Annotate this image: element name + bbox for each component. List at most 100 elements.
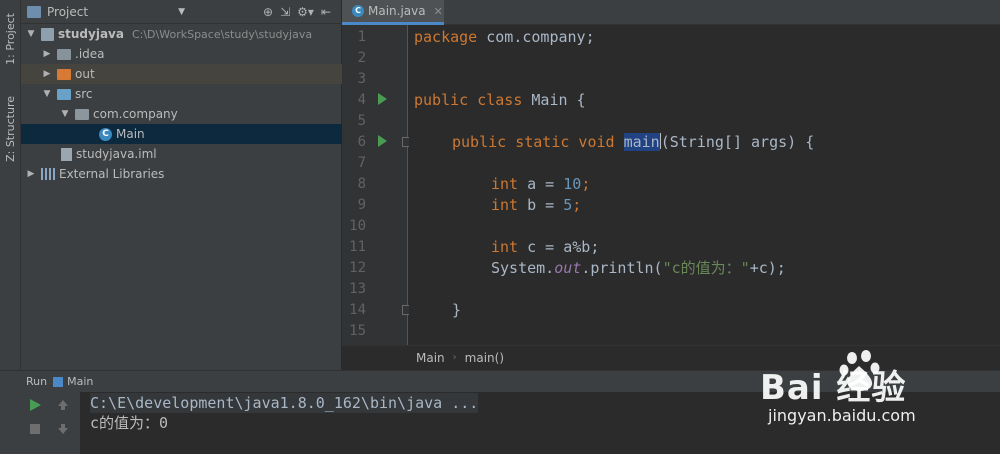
code-text: com.company; <box>477 28 595 46</box>
code-line-9: int b = 5; <box>491 195 581 216</box>
tree-item-external-libraries[interactable]: ▶ External Libraries <box>21 164 342 184</box>
code-line-11: int c = a%b; <box>491 237 599 258</box>
line-number: 15 <box>349 323 366 339</box>
code-line-1: package com.company; <box>414 27 595 48</box>
keyword: int <box>491 175 519 193</box>
scroll-from-source-icon[interactable]: ⊕ <box>263 5 273 19</box>
module-icon <box>41 27 54 41</box>
code-line-14: } <box>452 300 461 321</box>
project-view-icon <box>27 5 41 18</box>
java-class-icon: C <box>99 127 112 141</box>
code-text: Main { <box>522 91 586 109</box>
source-folder-icon <box>57 88 71 100</box>
project-panel-title[interactable]: Project <box>47 5 88 19</box>
line-number: 2 <box>357 50 366 66</box>
package-icon <box>75 108 89 120</box>
keyword: public class <box>414 91 523 109</box>
code-text: System. <box>491 259 555 277</box>
library-icon <box>41 168 55 180</box>
project-panel-header: Project ▼ ⊕ ⇲ ⚙▾ ⇤ <box>21 0 341 24</box>
run-method-icon[interactable] <box>378 135 387 147</box>
line-number: 1 <box>357 29 366 45</box>
tree-item-com-company[interactable]: ▼ com.company <box>21 104 342 124</box>
tree-item-label: External Libraries <box>59 167 165 181</box>
arrow-down-icon[interactable] <box>56 422 70 436</box>
arrow-up-icon[interactable] <box>56 398 70 412</box>
code-line-12: System.out.println("c的值为："+c); <box>491 258 786 279</box>
module-path-hint: C:\D\WorkSpace\study\studyjava <box>131 27 313 41</box>
code-text: c = a%b; <box>518 238 600 256</box>
console-output-line: c的值为：0 <box>90 414 169 432</box>
close-icon[interactable]: ✕ <box>434 5 443 18</box>
run-toolbar <box>0 392 80 454</box>
tree-item-label: src <box>75 87 93 101</box>
tree-item-label: studyjava <box>58 27 124 41</box>
watermark-url: jingyan.baidu.com <box>768 406 916 425</box>
line-number: 8 <box>357 176 366 192</box>
line-number: 13 <box>349 281 366 297</box>
project-tool-tab-label: 1: Project <box>4 13 17 65</box>
chevron-down-icon[interactable]: ▼ <box>178 7 185 17</box>
code-text: .println( <box>581 259 663 277</box>
folder-icon <box>57 48 71 60</box>
static-field: out <box>554 259 582 277</box>
stop-icon[interactable] <box>28 422 42 436</box>
collapse-all-icon[interactable]: ⇲ <box>280 5 290 19</box>
tree-item-studyjava[interactable]: ▼ studyjava C:\D\WorkSpace\study\studyja… <box>21 24 342 44</box>
tree-item-src[interactable]: ▼ src <box>21 84 342 104</box>
semicolon: ; <box>581 175 591 193</box>
run-config-icon <box>53 376 64 387</box>
iml-file-icon <box>61 147 72 161</box>
hide-panel-icon[interactable]: ⇤ <box>321 5 331 19</box>
tree-item-main[interactable]: C Main <box>21 124 342 144</box>
console-command-line: C:\E\development\java1.8.0_162\bin\java … <box>90 393 479 413</box>
line-number: 6 <box>357 134 366 150</box>
code-text: +c); <box>749 259 786 277</box>
line-number: 11 <box>349 239 366 255</box>
chevron-right-icon[interactable]: ▶ <box>41 49 53 59</box>
tree-item-label: out <box>75 67 95 81</box>
chevron-right-icon[interactable]: ▶ <box>25 169 37 179</box>
chevron-right-icon: › <box>452 352 457 363</box>
semicolon: ; <box>572 196 582 214</box>
run-config-name[interactable]: Main <box>67 375 93 388</box>
structure-tool-tab[interactable]: Z: Structure <box>0 88 21 170</box>
keyword: package <box>414 28 478 46</box>
line-number: 3 <box>357 71 366 87</box>
settings-gear-icon[interactable]: ⚙▾ <box>297 5 314 19</box>
baidu-jingyan-watermark: Bai 经验 jingyan.baidu.com <box>760 348 990 438</box>
keyword: int <box>491 196 519 214</box>
code-line-4: public class Main { <box>414 90 586 111</box>
code-text: (String[] args) { <box>660 133 815 151</box>
tree-item-label: Main <box>116 127 145 141</box>
keyword: public static void <box>452 133 615 151</box>
tree-item-out[interactable]: ▶ out <box>21 64 342 84</box>
project-tool-tab[interactable]: 1: Project <box>0 4 21 74</box>
tree-item-idea[interactable]: ▶ .idea <box>21 44 342 64</box>
line-number: 9 <box>357 197 366 213</box>
number-literal: 5 <box>563 196 573 214</box>
chevron-down-icon[interactable]: ▼ <box>59 109 71 119</box>
editor-tab-bar: C Main.java ✕ <box>342 0 1000 25</box>
breadcrumb-method[interactable]: main() <box>465 351 504 365</box>
editor-gutter: 1 2 3 4 5 6 7 8 9 10 11 12 13 14 15 <box>342 25 412 345</box>
excluded-folder-icon <box>57 68 71 80</box>
line-number: 7 <box>357 155 366 171</box>
tree-item-label: .idea <box>75 47 105 61</box>
run-class-icon[interactable] <box>378 93 387 105</box>
rerun-icon[interactable] <box>28 398 42 412</box>
tab-main-java[interactable]: C Main.java ✕ <box>342 0 444 25</box>
code-editor[interactable]: package com.company; public class Main {… <box>409 25 1000 345</box>
line-number: 14 <box>349 302 366 318</box>
tab-label: Main.java <box>368 4 426 18</box>
breadcrumb-class[interactable]: Main <box>416 351 445 365</box>
chevron-down-icon[interactable]: ▼ <box>41 89 53 99</box>
code-line-8: int a = 10; <box>491 174 590 195</box>
selected-identifier: main <box>623 133 660 151</box>
project-panel: Project ▼ ⊕ ⇲ ⚙▾ ⇤ ▼ studyjava C:\D\Work… <box>21 0 342 370</box>
tree-item-iml[interactable]: studyjava.iml <box>21 144 342 164</box>
chevron-right-icon[interactable]: ▶ <box>41 69 53 79</box>
chevron-down-icon[interactable]: ▼ <box>25 29 37 39</box>
line-number: 5 <box>357 113 366 129</box>
watermark-brand: Bai 经验 <box>760 368 907 408</box>
